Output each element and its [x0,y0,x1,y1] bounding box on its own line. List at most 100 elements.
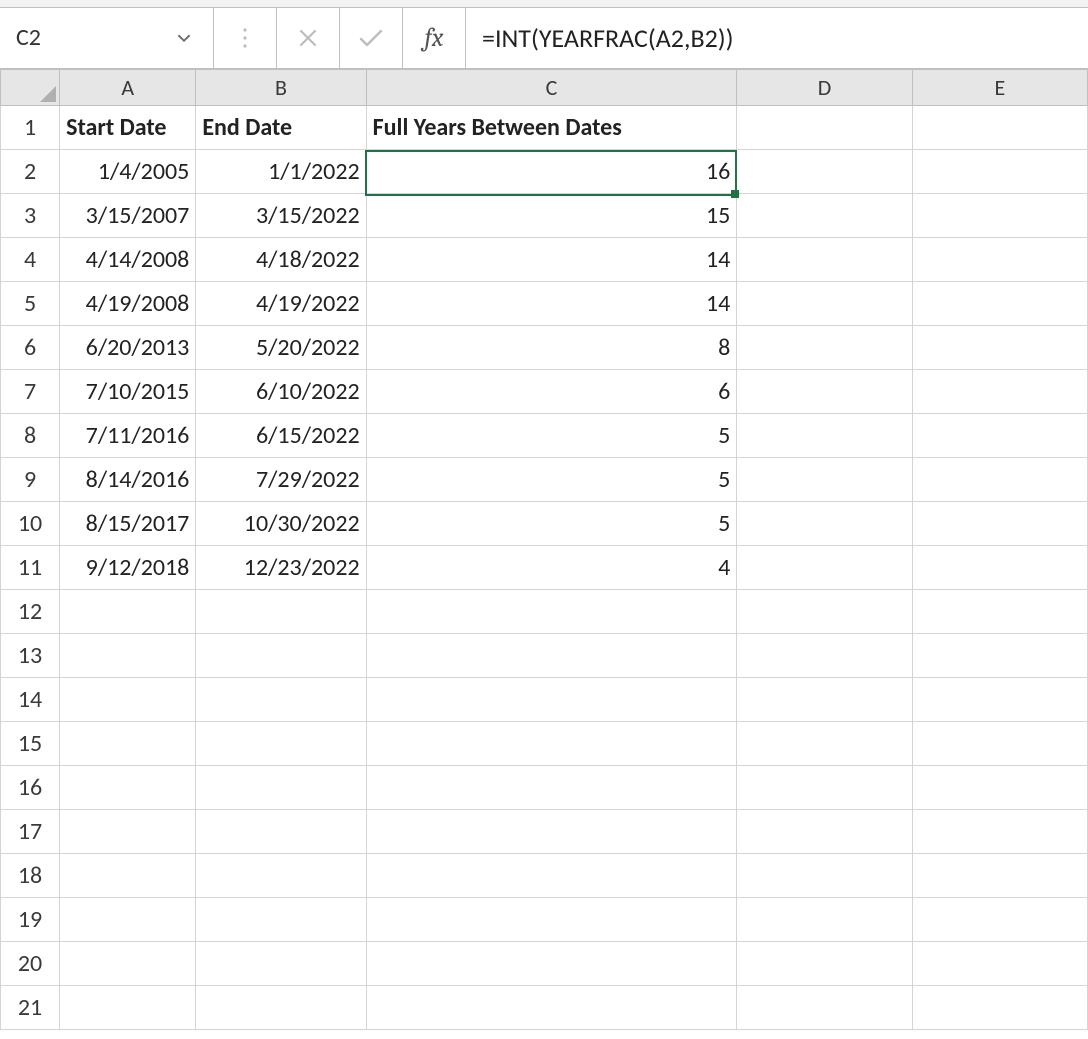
cell[interactable] [196,766,366,810]
cell[interactable] [60,854,196,898]
row-header[interactable]: 3 [1,194,60,238]
cell[interactable] [366,590,737,634]
cell[interactable] [60,678,196,722]
cell[interactable] [912,810,1087,854]
formula-bar-input[interactable]: =INT(YEARFRAC(A2,B2)) [466,8,1088,68]
cell[interactable] [912,854,1087,898]
cell-B7[interactable]: 6/10/2022 [196,370,366,414]
cell-D10[interactable] [737,502,912,546]
cell[interactable] [737,590,912,634]
cell-D8[interactable] [737,414,912,458]
cell[interactable] [737,898,912,942]
cell[interactable] [912,986,1087,1030]
cell[interactable] [196,942,366,986]
cell-C1[interactable]: Full Years Between Dates [366,106,737,150]
cell[interactable] [366,678,737,722]
row-header[interactable]: 15 [1,722,60,766]
cell-C8[interactable]: 5 [366,414,737,458]
cell-E10[interactable] [912,502,1087,546]
row-header[interactable]: 11 [1,546,60,590]
cell[interactable] [196,678,366,722]
cell-C10[interactable]: 5 [366,502,737,546]
column-header-C[interactable]: C [366,70,737,106]
cell[interactable] [60,942,196,986]
cell-A9[interactable]: 8/14/2016 [60,458,196,502]
cancel-button[interactable] [277,8,340,68]
cell[interactable] [60,766,196,810]
cell-D9[interactable] [737,458,912,502]
cell-E5[interactable] [912,282,1087,326]
cell[interactable] [912,766,1087,810]
cell[interactable] [912,898,1087,942]
cell-E7[interactable] [912,370,1087,414]
row-header[interactable]: 9 [1,458,60,502]
cell-C5[interactable]: 14 [366,282,737,326]
cell[interactable] [60,590,196,634]
cell-E3[interactable] [912,194,1087,238]
cell-E2[interactable] [912,150,1087,194]
cell[interactable] [366,810,737,854]
cell[interactable] [60,986,196,1030]
cell-B10[interactable]: 10/30/2022 [196,502,366,546]
cell[interactable] [737,942,912,986]
row-header[interactable]: 6 [1,326,60,370]
cell[interactable] [366,766,737,810]
cell-D5[interactable] [737,282,912,326]
cell[interactable] [912,590,1087,634]
cell-E4[interactable] [912,238,1087,282]
cell[interactable] [196,810,366,854]
cell-A11[interactable]: 9/12/2018 [60,546,196,590]
cell-B6[interactable]: 5/20/2022 [196,326,366,370]
cell-A8[interactable]: 7/11/2016 [60,414,196,458]
cell[interactable] [196,898,366,942]
cell-D2[interactable] [737,150,912,194]
worksheet[interactable]: A B C D E 1 Start Date End Date Full Yea… [0,69,1088,1039]
cell[interactable] [196,722,366,766]
cell[interactable] [196,590,366,634]
cell-D6[interactable] [737,326,912,370]
cell-E11[interactable] [912,546,1087,590]
cell-A6[interactable]: 6/20/2013 [60,326,196,370]
cell-B5[interactable]: 4/19/2022 [196,282,366,326]
row-header[interactable]: 17 [1,810,60,854]
cell-E9[interactable] [912,458,1087,502]
cell[interactable] [912,678,1087,722]
row-header[interactable]: 10 [1,502,60,546]
cell[interactable] [196,986,366,1030]
cell[interactable] [60,634,196,678]
cell[interactable] [737,986,912,1030]
cell-B3[interactable]: 3/15/2022 [196,194,366,238]
column-header-B[interactable]: B [196,70,366,106]
cell[interactable] [366,898,737,942]
cell-B2[interactable]: 1/1/2022 [196,150,366,194]
cell[interactable] [366,722,737,766]
cell-E8[interactable] [912,414,1087,458]
column-header-A[interactable]: A [60,70,196,106]
row-header[interactable]: 14 [1,678,60,722]
cell-D1[interactable] [737,106,912,150]
cell-A5[interactable]: 4/19/2008 [60,282,196,326]
row-header[interactable]: 2 [1,150,60,194]
cell-C4[interactable]: 14 [366,238,737,282]
row-header[interactable]: 4 [1,238,60,282]
cell[interactable] [60,810,196,854]
cell[interactable] [912,722,1087,766]
cell-C11[interactable]: 4 [366,546,737,590]
cell-D11[interactable] [737,546,912,590]
cell-D4[interactable] [737,238,912,282]
cell-B11[interactable]: 12/23/2022 [196,546,366,590]
chevron-down-icon[interactable] [177,17,191,59]
cell[interactable] [912,942,1087,986]
cell[interactable] [737,766,912,810]
column-header-E[interactable]: E [912,70,1087,106]
row-header[interactable]: 8 [1,414,60,458]
cell[interactable] [912,634,1087,678]
name-box[interactable]: C2 [6,17,201,59]
cell[interactable] [737,722,912,766]
cell-A4[interactable]: 4/14/2008 [60,238,196,282]
cell-C6[interactable]: 8 [366,326,737,370]
insert-function-button[interactable]: fx [403,8,466,68]
cell-D7[interactable] [737,370,912,414]
cell-D3[interactable] [737,194,912,238]
cell-C7[interactable]: 6 [366,370,737,414]
